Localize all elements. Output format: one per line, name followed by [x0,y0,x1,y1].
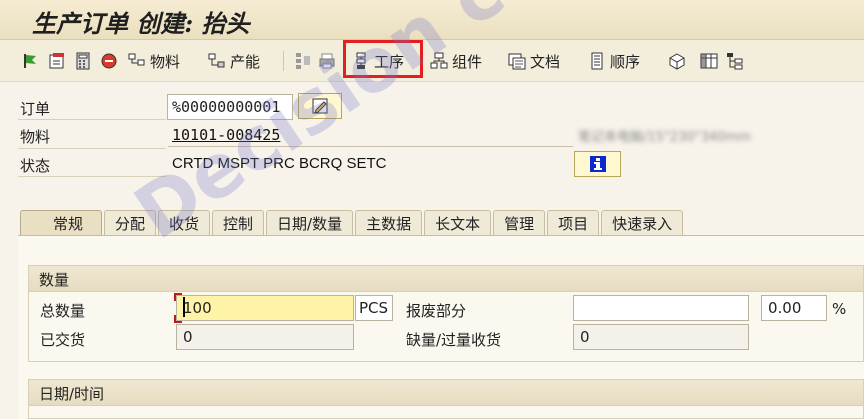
table-button[interactable] [700,48,718,74]
material-description: 笔记本电脑/15"230"340mm [578,130,751,145]
cube-button[interactable] [668,48,686,74]
status-value: CRTD MSPT PRC BCRQ SETC [172,155,387,172]
tab-assignment[interactable]: 分配 [104,210,157,236]
dates-section-title: 日期/时间 [29,380,863,406]
quantity-section-title: 数量 [29,266,863,292]
status-light-icon [100,52,118,70]
print-button[interactable] [318,48,336,74]
components-button[interactable]: 组件 [430,48,482,74]
scrap-percent-input[interactable]: 0.00 [761,295,827,321]
order-label: 订单 [20,100,51,118]
flag-button[interactable] [22,48,40,74]
edit-order-button[interactable] [298,93,342,119]
network-icon [294,52,312,70]
order-field[interactable]: %00000000001 [167,94,293,120]
tab-quick-entry[interactable]: 快速录入 [601,210,684,236]
info-icon [589,155,607,173]
unit-field[interactable]: PCS [355,295,393,321]
material-label: 物料 [20,128,51,146]
hierarchy-icon [726,52,744,70]
delivered-field: 0 [176,324,354,350]
status-light-button[interactable] [100,48,118,74]
delivered-label: 已交货 [40,331,86,349]
tab-dates-quantities[interactable]: 日期/数量 [266,210,354,236]
material-button-label: 物料 [150,52,181,71]
pencil-edit-icon [311,97,329,115]
material-underline [168,146,573,147]
sequences-icon [588,52,606,70]
capacity-button-label: 产能 [230,52,261,71]
short-over-receipt-field: 0 [573,324,749,350]
total-quantity-label: 总数量 [40,302,86,320]
row-divider [18,176,166,177]
tab-control[interactable]: 控制 [212,210,265,236]
display-button[interactable] [48,48,66,74]
documents-icon [508,52,526,70]
calculator-button[interactable] [74,48,92,74]
status-info-button[interactable] [574,151,621,177]
documents-button-label: 文档 [530,52,561,71]
capacity-icon [208,52,226,70]
tab-goods-receipt[interactable]: 收货 [158,210,211,236]
application-toolbar: 物料 产能 工序 组件 文档 顺序 [0,40,864,82]
required-corner-mark [174,315,182,323]
operations-highlight-box [343,40,423,78]
scrap-label: 报废部分 [406,302,467,320]
documents-button[interactable]: 文档 [508,48,560,74]
flag-icon [22,52,40,70]
dates-group: 日期/时间 [28,379,864,419]
capacity-button[interactable]: 产能 [208,48,260,74]
tab-general[interactable]: 常规 [20,210,102,236]
sequences-button[interactable]: 顺序 [588,48,640,74]
printer-icon [318,52,336,70]
total-quantity-input[interactable]: 100 [176,295,354,321]
window-title: 生产订单 创建: 抬头 [32,9,250,38]
row-divider [18,148,166,149]
table-grid-icon [700,52,718,70]
short-over-receipt-label: 缺量/过量收货 [406,331,502,349]
calculator-icon [74,52,92,70]
tab-long-text[interactable]: 长文本 [424,210,492,236]
percent-sign: % [832,300,847,318]
components-icon [430,52,448,70]
material-tree-icon [128,52,146,70]
sequences-button-label: 顺序 [610,52,641,71]
material-number[interactable]: 10101-008425 [172,126,280,144]
components-button-label: 组件 [452,52,483,71]
network-button[interactable] [294,48,312,74]
tab-strip: 常规 分配 收货 控制 日期/数量 主数据 长文本 管理 项目 快速录入 [20,210,685,236]
required-corner-mark [174,293,182,301]
tab-administration[interactable]: 管理 [493,210,546,236]
material-button[interactable]: 物料 [128,48,180,74]
tab-master-data[interactable]: 主数据 [355,210,423,236]
text-cursor [183,297,185,317]
row-divider [18,119,166,120]
display-doc-icon [48,52,66,70]
status-label: 状态 [20,157,51,175]
cube-icon [668,52,686,70]
scrap-quantity-input[interactable] [573,295,749,321]
title-bar: 生产订单 创建: 抬头 [0,0,864,40]
tab-project[interactable]: 项目 [547,210,600,236]
hierarchy-button[interactable] [726,48,744,74]
toolbar-separator [283,51,284,71]
